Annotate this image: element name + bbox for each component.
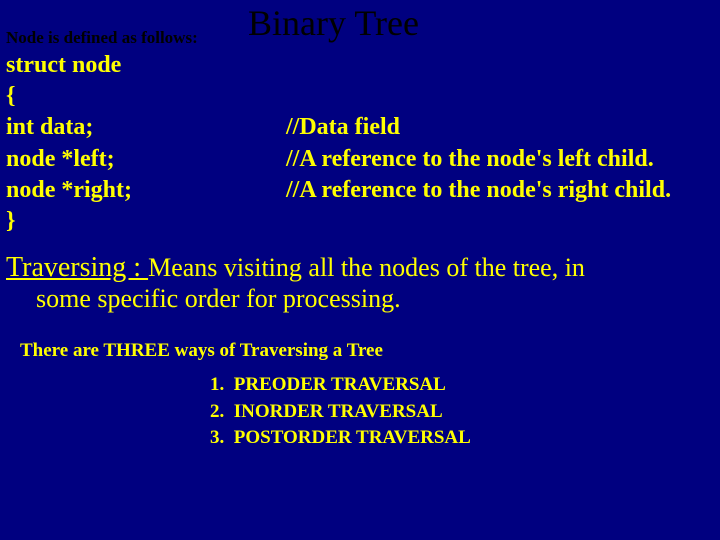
- struct-line-2: {: [6, 81, 671, 112]
- struct-field-left: node *left;: [6, 144, 286, 175]
- struct-line-1: struct node: [6, 50, 671, 81]
- list-item-inorder: 2. INORDER TRAVERSAL: [210, 399, 471, 426]
- struct-comment-right: //A reference to the node's right child.: [286, 175, 671, 206]
- slide-title: Binary Tree: [248, 2, 419, 44]
- struct-code-block: struct node { int data; //Data field nod…: [6, 50, 671, 237]
- struct-comment-data: //Data field: [286, 112, 400, 143]
- node-defined-label: Node is defined as follows:: [6, 28, 198, 48]
- list-item-postorder: 3. POSTORDER TRAVERSAL: [210, 425, 471, 452]
- three-ways-label: There are THREE ways of Traversing a Tre…: [20, 340, 383, 362]
- traversing-text-1: Means visiting all the nodes of the tree…: [148, 253, 585, 282]
- struct-field-data: int data;: [6, 112, 286, 143]
- traversal-list: 1. PREODER TRAVERSAL 2. INORDER TRAVERSA…: [210, 372, 471, 452]
- struct-field-right: node *right;: [6, 175, 286, 206]
- list-item-preorder: 1. PREODER TRAVERSAL: [210, 372, 471, 399]
- struct-line-close: }: [6, 206, 671, 237]
- traversing-heading: Traversing :: [6, 252, 148, 283]
- traversing-section: Traversing : Means visiting all the node…: [6, 252, 585, 314]
- struct-row-left: node *left; //A reference to the node's …: [6, 144, 671, 175]
- struct-comment-left: //A reference to the node's left child.: [286, 144, 654, 175]
- struct-row-data: int data; //Data field: [6, 112, 671, 143]
- traversing-text-2: some specific order for processing.: [36, 284, 585, 314]
- struct-row-right: node *right; //A reference to the node's…: [6, 175, 671, 206]
